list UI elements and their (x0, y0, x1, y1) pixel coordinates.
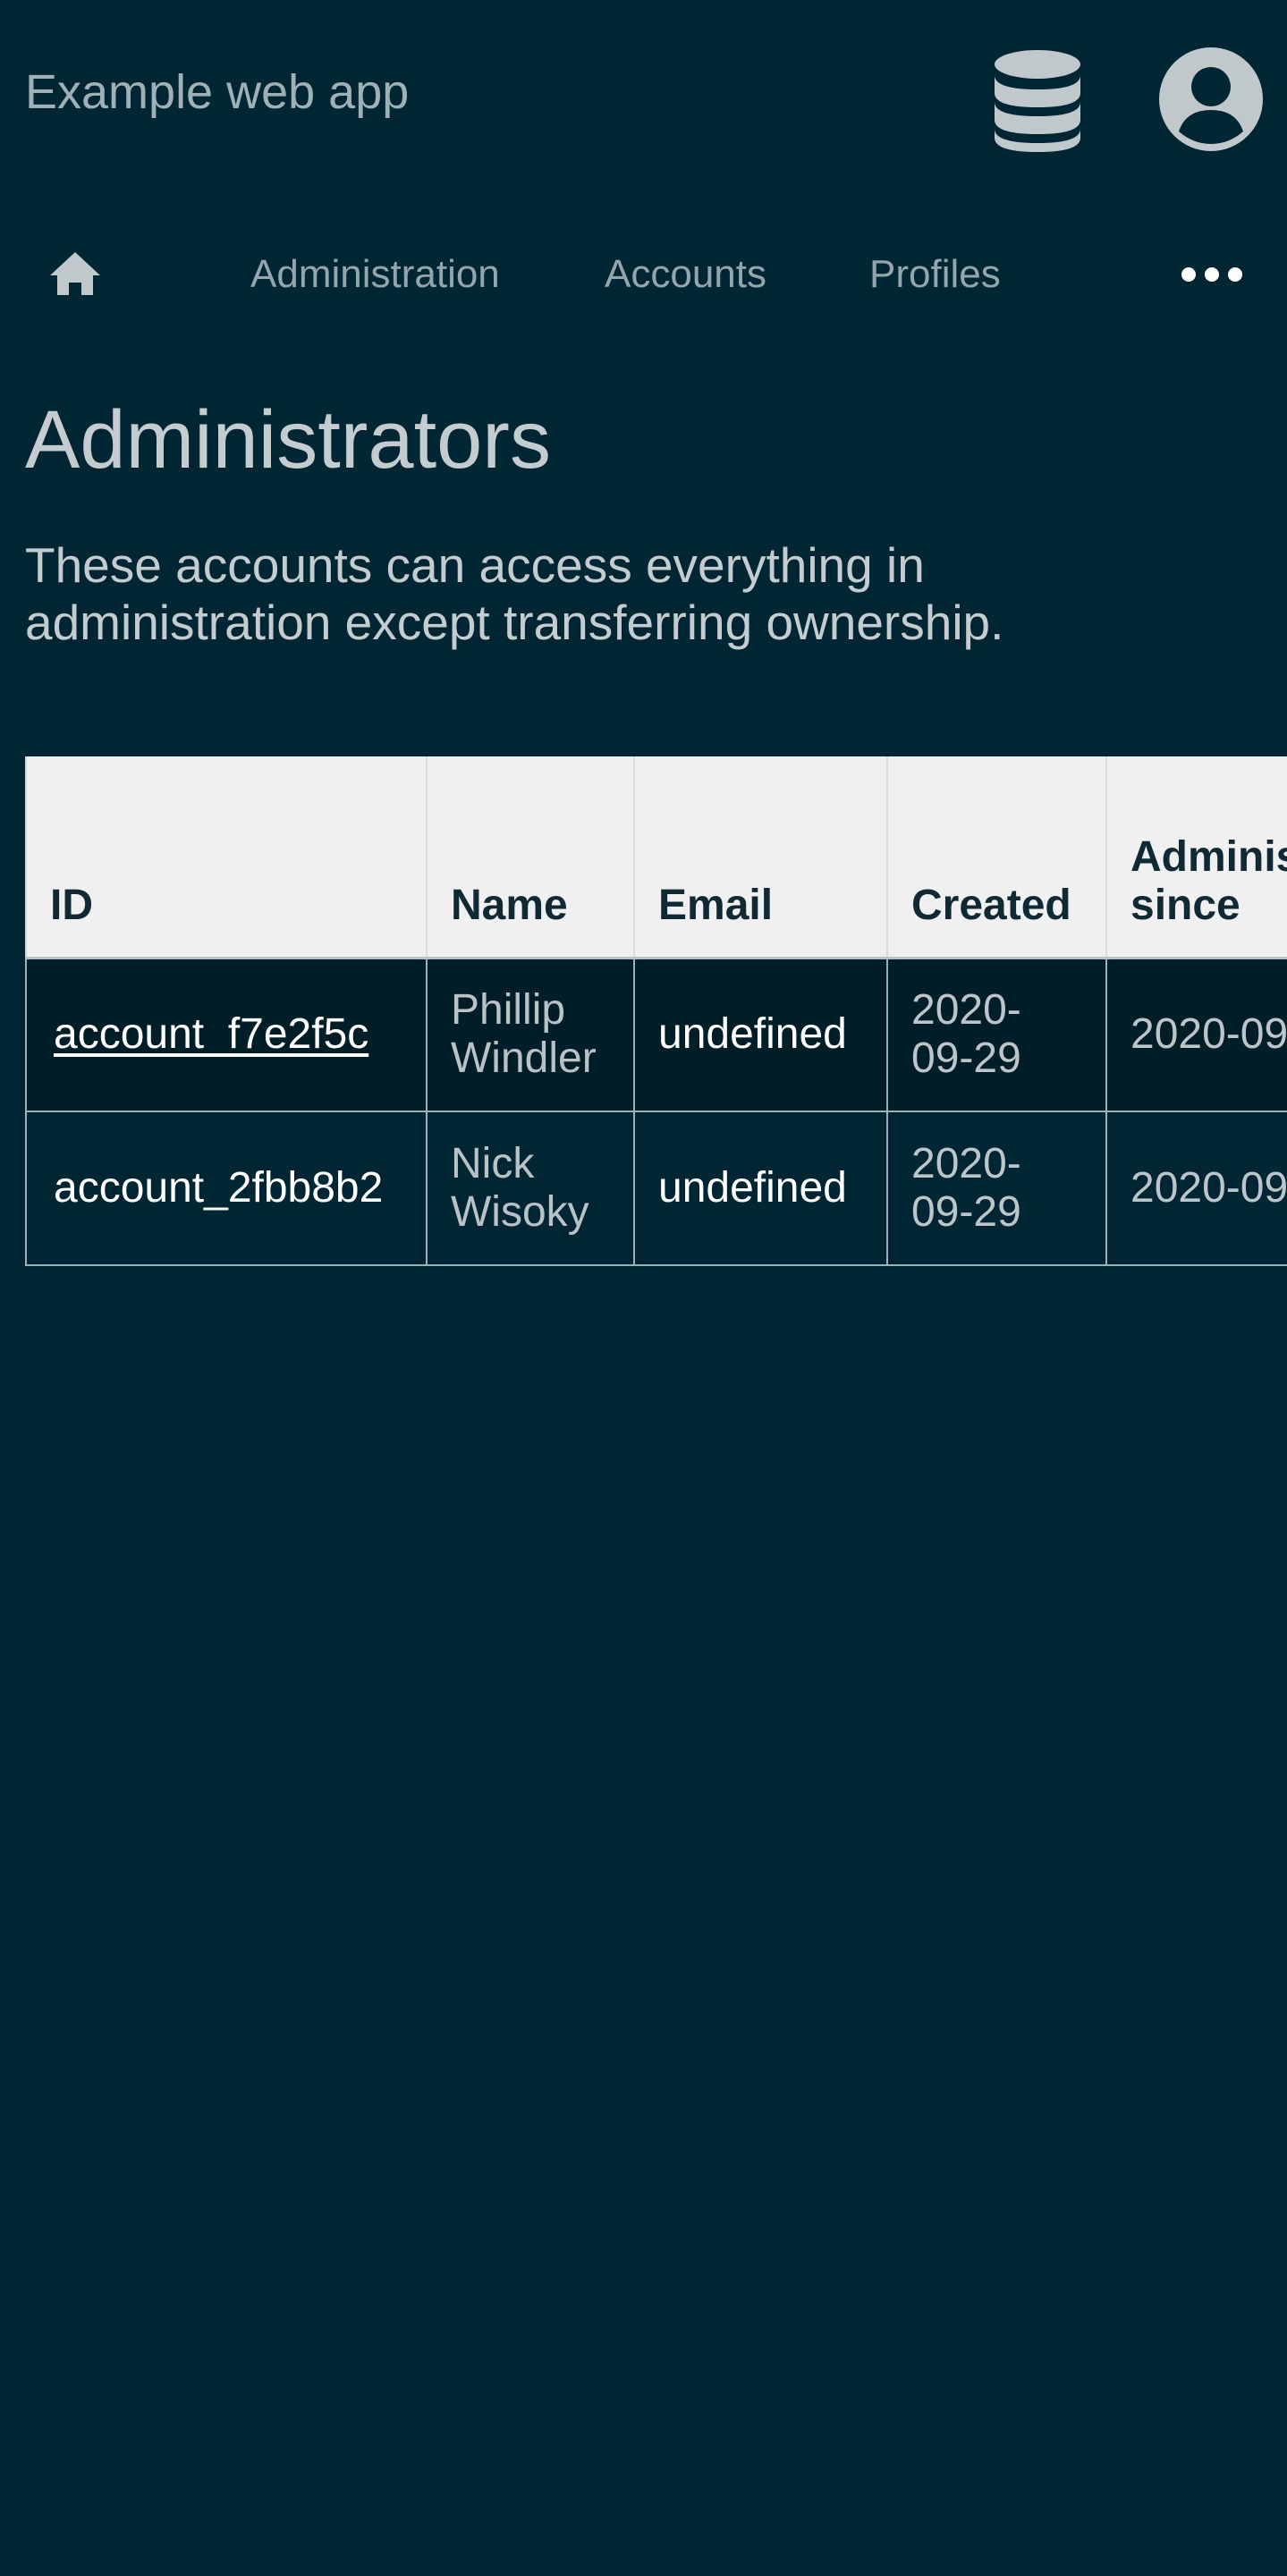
account-created-cell: 2020-09-29 (886, 1111, 1107, 1266)
table-row[interactable]: account_2fbb8b2 Nick Wisoky undefined 20… (25, 1111, 1287, 1266)
nav-item-administration[interactable]: Administration (250, 252, 500, 297)
account-email-cell: undefined (633, 957, 888, 1112)
account-admin-since-cell: 2020-09-29 (1105, 1111, 1287, 1266)
table-header-row: ID Name Email Created Administrator sinc… (25, 756, 1287, 959)
page-description: These accounts can access everything in … (25, 537, 1004, 650)
user-circle-icon (1159, 47, 1263, 151)
account-id-cell: account_2fbb8b2 (25, 1111, 428, 1266)
table-row[interactable]: account_f7e2f5c Phillip Windler undefine… (25, 957, 1287, 1112)
main-nav: Administration Accounts Profiles (0, 229, 1287, 318)
column-header-id[interactable]: ID (25, 756, 427, 959)
account-created-cell: 2020-09-29 (886, 957, 1107, 1112)
column-header-name[interactable]: Name (426, 756, 634, 959)
account-name-cell: Phillip Windler (426, 957, 635, 1112)
nav-home-button[interactable] (47, 245, 104, 302)
nav-item-profiles[interactable]: Profiles (869, 252, 1001, 297)
column-header-admin-since[interactable]: Administrator since (1105, 756, 1287, 959)
page-title: Administrators (25, 394, 551, 486)
administrators-table: ID Name Email Created Administrator sinc… (25, 756, 1287, 1266)
home-icon (50, 252, 100, 295)
user-menu-button[interactable] (1159, 47, 1263, 151)
column-header-created[interactable]: Created (886, 756, 1106, 959)
account-admin-since-cell: 2020-09-29 (1105, 957, 1287, 1112)
database-button[interactable] (988, 46, 1087, 154)
nav-item-accounts[interactable]: Accounts (605, 252, 766, 297)
database-icon (995, 50, 1080, 152)
account-name-cell: Nick Wisoky (426, 1111, 635, 1266)
account-id-text[interactable]: account_2fbb8b2 (54, 1164, 383, 1212)
account-email-cell: undefined (633, 1111, 888, 1266)
account-id-link[interactable]: account_f7e2f5c (54, 1010, 368, 1058)
nav-more-button[interactable] (1181, 261, 1243, 288)
account-id-cell: account_f7e2f5c (25, 957, 428, 1112)
column-header-email[interactable]: Email (633, 756, 887, 959)
more-horizontal-icon (1181, 267, 1242, 282)
administrators-table-container[interactable]: ID Name Email Created Administrator sinc… (25, 756, 1287, 1271)
app-title[interactable]: Example web app (25, 64, 409, 120)
